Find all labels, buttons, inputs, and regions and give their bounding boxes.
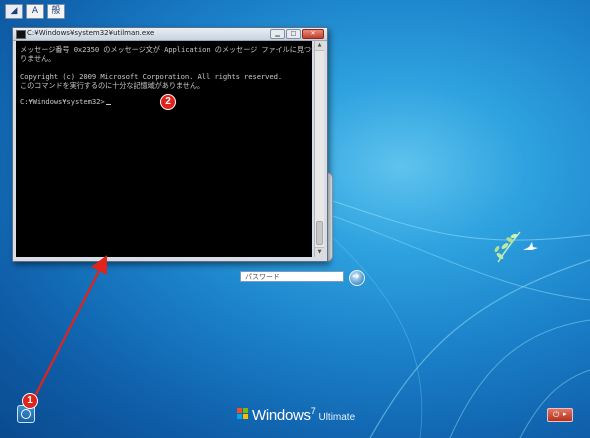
windows-logo: Windows7 Ultimate <box>237 406 355 424</box>
window-controls: ▁ □ ✕ <box>270 29 324 39</box>
shutdown-options-arrow-icon[interactable]: ▸ <box>563 410 567 418</box>
minimize-button[interactable]: ▁ <box>270 29 285 39</box>
ime-conversion-mode-icon[interactable]: 般 <box>47 4 65 19</box>
password-field[interactable]: パスワード <box>240 271 344 282</box>
ime-toolbar: ◢ A 般 <box>5 4 65 19</box>
console-titlebar[interactable]: C:¥Windows¥system32¥utilman.exe ▁ □ ✕ <box>13 28 327 41</box>
close-button[interactable]: ✕ <box>302 29 324 39</box>
windows-wordmark: Windows7 <box>252 406 316 424</box>
branch-icon <box>494 231 521 263</box>
console-line: メッセージ番号 0x2350 のメッセージ文が Application のメッセ… <box>20 45 319 54</box>
maximize-button[interactable]: □ <box>286 29 301 39</box>
ime-alphanumeric-icon[interactable]: A <box>26 4 44 19</box>
scroll-thumb[interactable] <box>316 221 323 245</box>
edition-label: Ultimate <box>318 412 356 423</box>
ease-of-access-icon <box>21 409 31 419</box>
annotation-badge-1: 1 <box>22 393 38 409</box>
console-output[interactable]: メッセージ番号 0x2350 のメッセージ文が Application のメッセ… <box>16 41 318 257</box>
console-prompt-line: C:¥Windows¥system32> <box>20 97 111 106</box>
console-line: りません。 <box>20 54 56 63</box>
ime-input-mode-icon[interactable]: ◢ <box>5 4 23 19</box>
power-icon: ⏻ <box>553 410 560 419</box>
text-cursor <box>105 104 111 105</box>
windows-flag-icon <box>237 408 249 420</box>
console-window[interactable]: C:¥Windows¥system32¥utilman.exe ▁ □ ✕ メッ… <box>12 27 328 262</box>
scroll-down-icon[interactable]: ▼ <box>315 247 324 257</box>
vertical-scrollbar[interactable]: ▲ ▼ <box>314 41 324 257</box>
arrow-right-icon: ➜ <box>352 272 360 282</box>
console-prompt: C:¥Windows¥system32> <box>20 97 105 106</box>
annotation-badge-2: 2 <box>160 94 176 110</box>
console-line: Copyright (c) 2009 Microsoft Corporation… <box>20 72 283 81</box>
console-line: このコマンドを実行するのに十分な記憶域がありません。 <box>20 81 205 90</box>
shutdown-button[interactable]: ⏻ ▸ <box>547 408 573 422</box>
scroll-up-icon[interactable]: ▲ <box>315 41 324 51</box>
console-app-icon <box>16 30 26 39</box>
bird-icon <box>523 242 538 250</box>
submit-arrow-button[interactable]: ➜ <box>349 270 365 286</box>
console-title: C:¥Windows¥system32¥utilman.exe <box>27 29 155 37</box>
